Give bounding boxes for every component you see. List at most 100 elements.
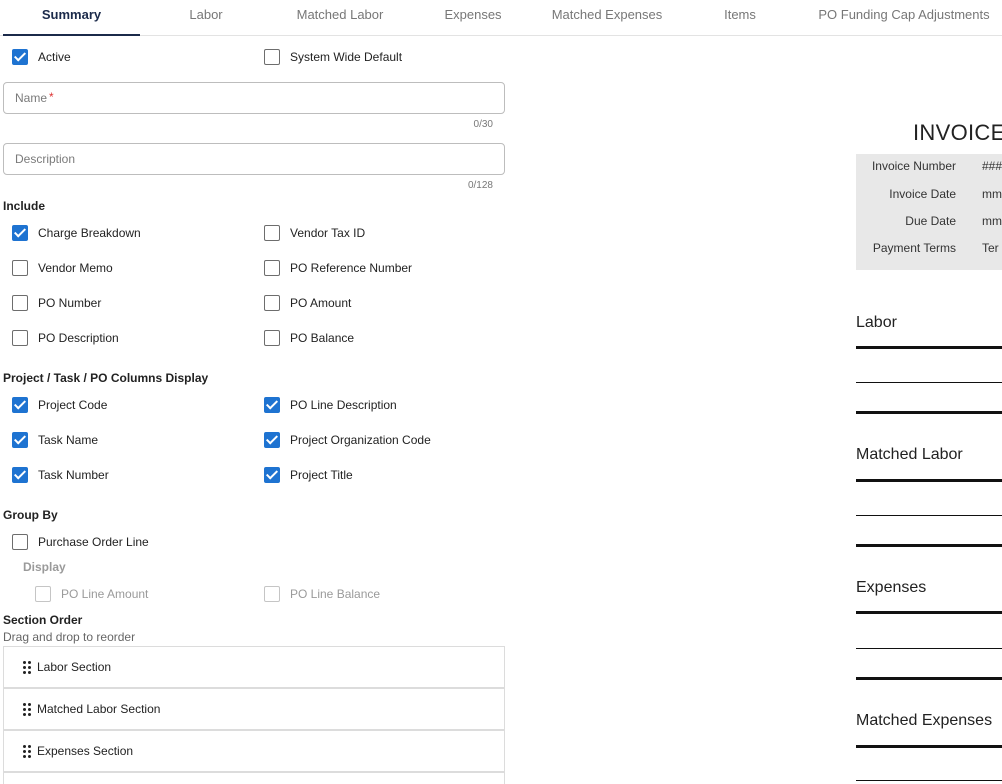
- name-input[interactable]: [4, 83, 504, 113]
- required-mark: *: [49, 90, 54, 104]
- tab-bar: Summary Labor Matched Labor Expenses Mat…: [0, 0, 1002, 36]
- divider: [856, 745, 1002, 748]
- divider: [856, 346, 1002, 349]
- project-code-checkbox[interactable]: Project Code: [12, 396, 107, 414]
- po-number-checkbox[interactable]: PO Number: [12, 294, 101, 312]
- meta-label: Invoice Date: [889, 187, 956, 201]
- preview-section-matched-expenses: Matched Expenses: [856, 712, 993, 729]
- divider: [856, 479, 1002, 482]
- active-label: Active: [38, 50, 71, 64]
- divider: [856, 382, 1002, 383]
- group-by-heading: Group By: [3, 508, 58, 522]
- checkbox-label: Purchase Order Line: [38, 535, 149, 549]
- checkbox-box: [12, 260, 28, 276]
- checkbox-box: [264, 225, 280, 241]
- checkbox-label: Project Title: [290, 468, 353, 482]
- name-counter: 0/30: [473, 119, 493, 130]
- meta-label: Invoice Number: [871, 159, 956, 173]
- tab-labor[interactable]: Labor: [170, 0, 242, 36]
- task-number-checkbox[interactable]: Task Number: [12, 466, 109, 484]
- tab-summary[interactable]: Summary: [3, 0, 140, 36]
- checkbox-box: [264, 330, 280, 346]
- section-order-item-labor[interactable]: Labor Section: [3, 646, 505, 688]
- checkbox-label: PO Line Amount: [61, 587, 149, 601]
- meta-row-invoice-date: Invoice Date mm: [856, 187, 1002, 207]
- invoice-title: INVOICE: [913, 120, 1002, 145]
- po-amount-checkbox[interactable]: PO Amount: [264, 294, 351, 312]
- check-icon: [12, 467, 28, 483]
- preview-section-expenses: Expenses: [856, 579, 927, 596]
- check-icon: [264, 432, 280, 448]
- po-line-amount-checkbox: PO Line Amount: [35, 585, 148, 603]
- checkbox-box: [12, 534, 28, 550]
- po-line-balance-checkbox: PO Line Balance: [264, 585, 380, 603]
- meta-value: mm: [982, 187, 1002, 201]
- tab-expenses[interactable]: Expenses: [433, 0, 513, 36]
- system-wide-default-checkbox[interactable]: System Wide Default: [264, 48, 402, 66]
- meta-row-payment-terms: Payment Terms Ter: [856, 241, 1002, 261]
- include-heading: Include: [3, 199, 46, 213]
- system-wide-default-label: System Wide Default: [290, 50, 403, 64]
- divider: [856, 515, 1002, 516]
- meta-label: Payment Terms: [872, 241, 956, 255]
- checkbox-box: [264, 260, 280, 276]
- checkbox-label: PO Line Balance: [290, 587, 381, 601]
- active-checkbox[interactable]: Active: [12, 48, 71, 66]
- project-title-checkbox[interactable]: Project Title: [264, 466, 353, 484]
- po-reference-number-checkbox[interactable]: PO Reference Number: [264, 259, 412, 277]
- drag-handle-icon[interactable]: [23, 702, 31, 716]
- purchase-order-line-checkbox[interactable]: Purchase Order Line: [12, 533, 149, 551]
- section-order-item-matched-labor[interactable]: Matched Labor Section: [3, 688, 505, 730]
- checkbox-box: [264, 295, 280, 311]
- drag-handle-icon[interactable]: [23, 660, 31, 674]
- drag-handle-icon[interactable]: [23, 744, 31, 758]
- tab-matched-expenses[interactable]: Matched Expenses: [540, 0, 674, 36]
- description-input[interactable]: [4, 144, 504, 174]
- check-icon: [12, 432, 28, 448]
- divider: [856, 677, 1002, 680]
- divider: [856, 411, 1002, 414]
- charge-breakdown-checkbox[interactable]: Charge Breakdown: [12, 224, 141, 242]
- columns-display-heading: Project / Task / PO Columns Display: [3, 371, 209, 385]
- checkbox-label: Charge Breakdown: [38, 226, 141, 240]
- checkbox-label: PO Number: [38, 296, 102, 310]
- po-description-checkbox[interactable]: PO Description: [12, 329, 119, 347]
- tab-items[interactable]: Items: [712, 0, 768, 36]
- checkbox-label: Vendor Memo: [38, 261, 113, 275]
- invoice-meta-box: Invoice Number ### Invoice Date mm Due D…: [856, 154, 1002, 270]
- section-order-hint: Drag and drop to reorder: [3, 630, 136, 644]
- divider: [856, 544, 1002, 547]
- divider: [856, 780, 1002, 781]
- preview-section-labor: Labor: [856, 314, 897, 331]
- tab-po-funding-cap-adjustments[interactable]: PO Funding Cap Adjustments: [808, 0, 1000, 36]
- checkbox-box: [264, 586, 280, 602]
- invoice-preview: INVOICE Invoice Number ### Invoice Date …: [856, 36, 1002, 784]
- section-order-item-expenses[interactable]: Expenses Section: [3, 730, 505, 772]
- checkbox-label: Vendor Tax ID: [290, 226, 366, 240]
- section-label: Expenses Section: [37, 744, 134, 758]
- po-line-description-checkbox[interactable]: PO Line Description: [264, 396, 397, 414]
- meta-value: mm: [982, 214, 1002, 228]
- meta-row-invoice-number: Invoice Number ###: [856, 159, 1002, 179]
- meta-row-due-date: Due Date mm: [856, 214, 1002, 234]
- task-name-checkbox[interactable]: Task Name: [12, 431, 98, 449]
- checkbox-label: PO Line Description: [290, 398, 397, 412]
- checkbox-box: [264, 49, 280, 65]
- checkbox-box: [12, 295, 28, 311]
- checkbox-label: Project Code: [38, 398, 108, 412]
- meta-value: Ter: [982, 241, 999, 255]
- check-icon: [12, 225, 28, 241]
- tab-matched-labor[interactable]: Matched Labor: [280, 0, 400, 36]
- project-organization-code-checkbox[interactable]: Project Organization Code: [264, 431, 431, 449]
- description-field[interactable]: [3, 143, 505, 175]
- checkbox-label: PO Reference Number: [290, 261, 413, 275]
- po-balance-checkbox[interactable]: PO Balance: [264, 329, 354, 347]
- section-order-item-next[interactable]: [3, 772, 505, 784]
- name-field[interactable]: *: [3, 82, 505, 114]
- vendor-memo-checkbox[interactable]: Vendor Memo: [12, 259, 113, 277]
- display-subheading: Display: [23, 560, 66, 574]
- checkbox-label: Project Organization Code: [290, 433, 431, 447]
- checkbox-box: [35, 586, 51, 602]
- meta-label: Due Date: [905, 214, 956, 228]
- vendor-tax-id-checkbox[interactable]: Vendor Tax ID: [264, 224, 365, 242]
